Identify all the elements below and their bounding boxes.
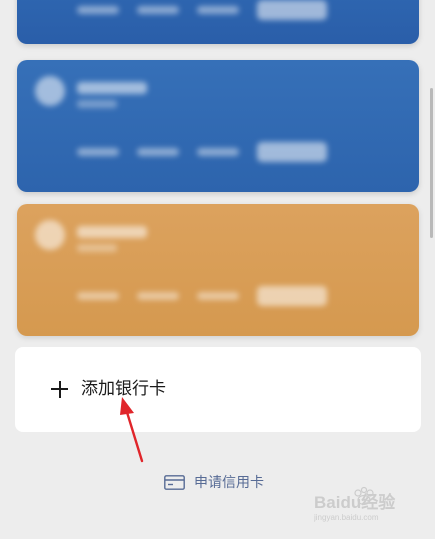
bank-name-blurred — [77, 82, 147, 94]
watermark-text: Baidu经验 — [314, 492, 396, 512]
credit-card-icon — [164, 474, 185, 490]
bank-card-top[interactable] — [17, 0, 419, 44]
watermark-url: jingyan.baidu.com — [314, 513, 379, 522]
bank-logo-icon — [35, 220, 65, 250]
card-type-blurred — [77, 244, 117, 252]
bank-card-blue[interactable] — [17, 60, 419, 192]
card-number-blurred — [77, 0, 327, 20]
scrollbar[interactable] — [430, 88, 433, 238]
annotation-arrow-icon — [120, 397, 144, 463]
bank-logo-icon — [35, 76, 65, 106]
card-type-blurred — [77, 100, 117, 108]
plus-icon — [51, 381, 68, 398]
apply-credit-card-link[interactable]: 申请信用卡 — [164, 471, 264, 493]
bank-name-blurred — [77, 226, 147, 238]
bank-card-gold[interactable] — [17, 204, 419, 336]
card-number-blurred — [77, 286, 327, 306]
add-bank-card-button[interactable]: 添加银行卡 — [15, 347, 421, 432]
baidu-jingyan-watermark: Baidu经验 jingyan.baidu.com — [314, 486, 396, 522]
card-number-blurred — [77, 142, 327, 162]
apply-credit-card-label: 申请信用卡 — [194, 475, 264, 491]
